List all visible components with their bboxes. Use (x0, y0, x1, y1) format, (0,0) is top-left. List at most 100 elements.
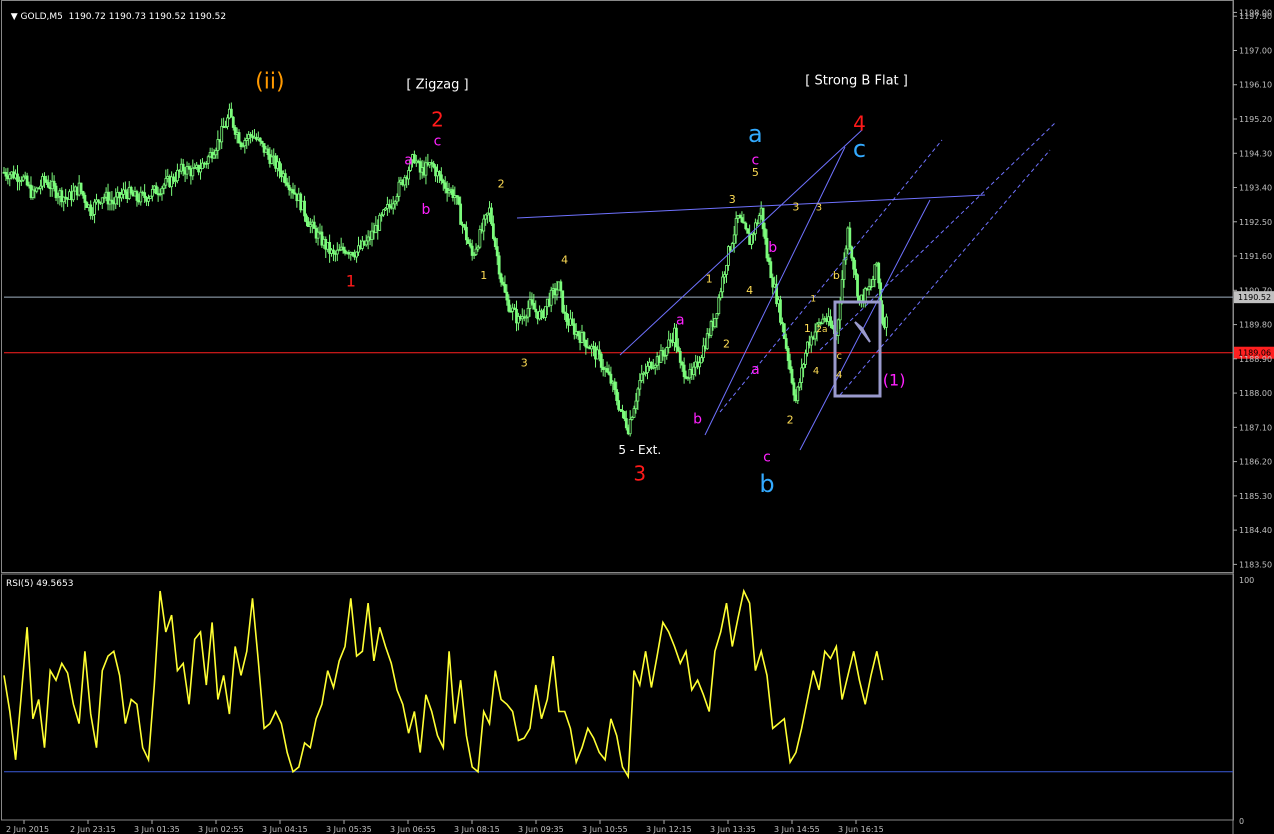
candle-body (615, 389, 619, 401)
candle-body (395, 195, 399, 203)
rsi-frame (1, 573, 1234, 821)
candle-body (497, 255, 501, 275)
main-frame (1, 0, 1234, 573)
candle-body (378, 214, 382, 231)
candle-body (543, 306, 547, 318)
candle-body (763, 228, 767, 239)
wave-label: 3 (521, 356, 528, 369)
candle-body (582, 332, 586, 341)
wave-label: 3 (729, 193, 736, 206)
header-dropdown-icon[interactable]: ▼ (11, 12, 21, 22)
candle-body (226, 117, 229, 128)
y-tick-label: 1197.00 (1239, 46, 1272, 55)
candle-body (640, 373, 644, 381)
candle-body (792, 382, 796, 396)
candle-body (767, 257, 771, 263)
current-price-label: 1190.52 (1238, 293, 1271, 302)
candle-body (16, 173, 19, 182)
candle-body (628, 419, 632, 435)
wave-label: b (421, 202, 430, 218)
candle-body (613, 381, 617, 390)
candle-body (89, 204, 93, 216)
y-tick-label: 1192.50 (1239, 218, 1272, 227)
candle-body (229, 108, 233, 118)
candle-body (52, 180, 56, 187)
candle-body (499, 273, 503, 283)
candle-body (584, 339, 588, 348)
candle-body (725, 265, 728, 275)
x-tick-label: 3 Jun 06:55 (390, 825, 436, 834)
candle-body (638, 380, 642, 390)
candle-body (538, 311, 542, 320)
y-tick-label: 1188.90 (1239, 355, 1272, 364)
wave-label: 2 (498, 178, 505, 191)
candle-body (838, 302, 842, 321)
candle-body (464, 226, 468, 241)
candle-body (305, 215, 308, 223)
wave-label: (ii) (255, 70, 284, 95)
candle-body (71, 190, 75, 201)
wave-label: 4 (853, 111, 866, 135)
candle-body (852, 257, 856, 270)
wave-label: 1 (480, 269, 487, 282)
candle-body (831, 324, 834, 329)
candle-body (769, 261, 773, 279)
candle-body (842, 259, 846, 280)
candle-body (143, 192, 147, 198)
rsi-tick-label: 0 (1239, 817, 1244, 826)
candle-body (212, 154, 216, 159)
candle-body (341, 246, 345, 251)
candle-body (83, 194, 87, 203)
candle-body (680, 361, 684, 366)
candle-body (561, 290, 565, 313)
candle-body (470, 245, 474, 256)
candle-body (278, 161, 281, 172)
candle-body (364, 240, 368, 246)
candle-body (854, 268, 857, 276)
candle-body (206, 156, 210, 164)
candle-body (682, 364, 686, 378)
candle-body (678, 350, 682, 363)
x-tick-label: 3 Jun 16:15 (838, 825, 884, 834)
wave-label: 1 (706, 273, 713, 286)
y-tick-label: 1187.10 (1239, 423, 1272, 432)
wave-label: 2a (816, 325, 827, 335)
highlight-box (833, 300, 882, 398)
candle-body (532, 302, 536, 310)
candle-body (549, 289, 553, 306)
wave-label: (1) (883, 370, 906, 389)
candle-body (237, 132, 241, 144)
y-tick-label: 1189.80 (1239, 321, 1272, 330)
candle-body (397, 181, 401, 197)
candle-body (850, 246, 854, 259)
candle-body (605, 368, 609, 373)
candle-body (750, 234, 753, 245)
candle-body (576, 331, 580, 337)
candle-body (779, 299, 782, 323)
wave-label: 5 - Ext. (618, 443, 661, 457)
candle-body (507, 299, 511, 312)
x-tick-label: 3 Jun 04:15 (262, 825, 308, 834)
wave-label: c (752, 153, 760, 169)
candle-body (474, 248, 478, 255)
chart-header: ▼ GOLD,M5 1190.72 1190.73 1190.52 1190.5… (5, 2, 226, 22)
candle-body (782, 323, 786, 339)
wave-label: a (748, 120, 763, 148)
candle-body (632, 408, 636, 418)
candle-body (829, 316, 832, 326)
candle-body (597, 349, 601, 355)
candle-body (617, 400, 621, 410)
candle-body (636, 388, 640, 402)
candle-body (439, 174, 443, 181)
x-tick-label: 3 Jun 02:55 (198, 825, 244, 834)
y-tick-label: 1184.40 (1239, 526, 1272, 535)
candle-body (746, 228, 750, 234)
candle-body (784, 338, 788, 349)
candle-body (287, 184, 291, 191)
candle-body (150, 188, 154, 197)
candle-body (570, 318, 574, 325)
y-tick-label: 1191.60 (1239, 252, 1272, 261)
candle-body (790, 369, 794, 384)
symbol-label: GOLD,M5 (20, 12, 63, 22)
candle-body (565, 312, 568, 322)
